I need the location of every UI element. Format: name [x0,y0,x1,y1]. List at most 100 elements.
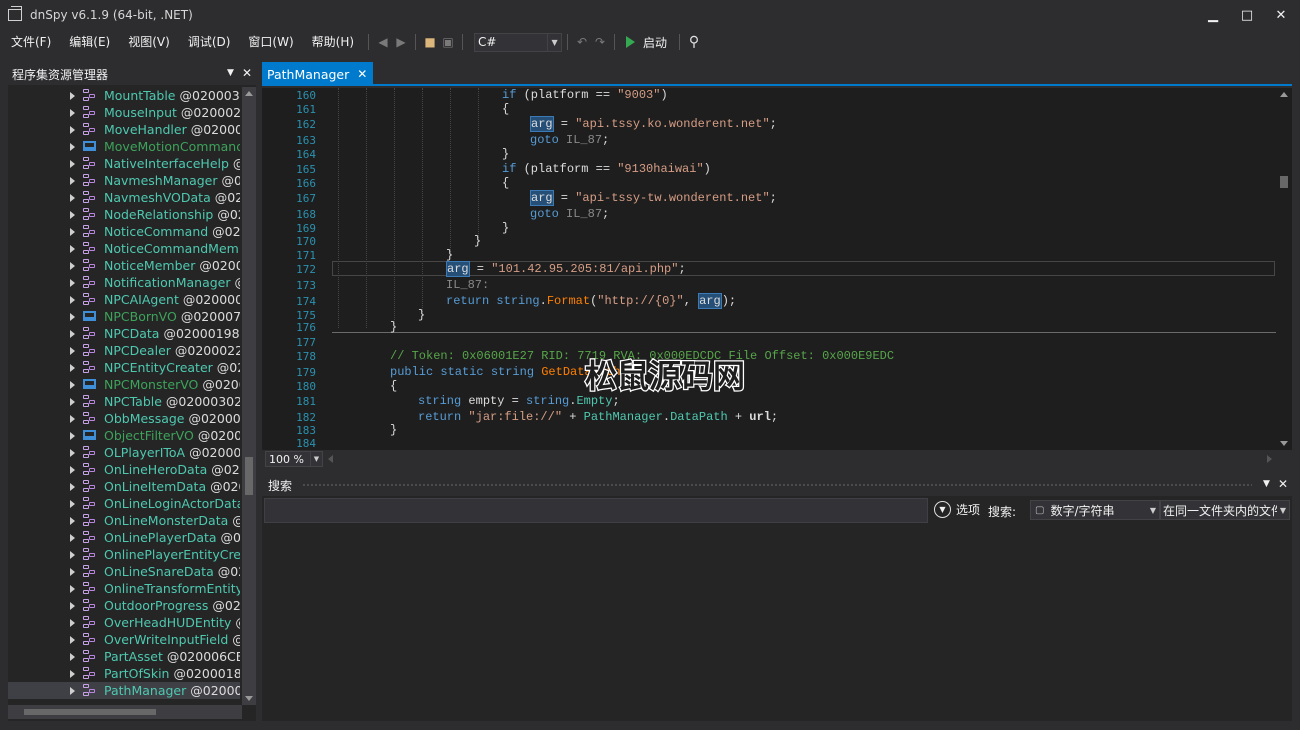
expand-arrow-icon[interactable] [70,619,75,627]
expand-arrow-icon[interactable] [70,126,75,134]
expand-arrow-icon[interactable] [70,636,75,644]
tree-item[interactable]: NPCAIAgent @0200001 [8,291,240,308]
tree-item[interactable]: OnlineTransformEntityC [8,580,240,597]
expand-arrow-icon[interactable] [70,177,75,185]
tree-item[interactable]: NPCData @02000198 [8,325,240,342]
expand-arrow-icon[interactable] [70,330,75,338]
expand-arrow-icon[interactable] [70,228,75,236]
zoom-select[interactable]: 100 % ▼ [265,451,323,467]
expand-arrow-icon[interactable] [70,109,75,117]
expand-arrow-icon[interactable] [70,670,75,678]
expand-arrow-icon[interactable] [70,262,75,270]
assembly-tree[interactable]: MountTable @0200030MouseInput @0200024Mo… [8,87,240,705]
tree-item[interactable]: OnLineMonsterData @0 [8,512,240,529]
menu-window[interactable]: 窗口(W) [239,31,302,53]
search-scope-select[interactable]: 在同一文件夹内的文件 ▼ [1160,500,1290,520]
redo-icon[interactable]: ↷ [591,33,609,51]
menu-edit[interactable]: 编辑(E) [60,31,119,53]
scroll-up-icon[interactable] [1280,92,1288,97]
expand-arrow-icon[interactable] [70,415,75,423]
panel-menu-icon[interactable]: ▼ [227,68,234,80]
expand-arrow-icon[interactable] [70,602,75,610]
expand-arrow-icon[interactable] [70,517,75,525]
scrollbar-thumb[interactable] [245,457,253,495]
tree-item[interactable]: OnlinePlayerEntityCreat [8,546,240,563]
tree-item[interactable]: PathManager @020002 [8,682,240,699]
expand-arrow-icon[interactable] [70,381,75,389]
expand-arrow-icon[interactable] [70,143,75,151]
scroll-right-icon[interactable] [1267,455,1272,463]
highlighted-variable[interactable]: arg [698,293,722,309]
expand-arrow-icon[interactable] [70,160,75,168]
tree-item[interactable]: OnLineHeroData @020 [8,461,240,478]
tree-item[interactable]: NavmeshVOData @020 [8,189,240,206]
expand-arrow-icon[interactable] [70,211,75,219]
expand-arrow-icon[interactable] [70,585,75,593]
expand-arrow-icon[interactable] [70,432,75,440]
undo-icon[interactable]: ↶ [573,33,591,51]
code-editor[interactable]: 160 161 162 163 164 165 166 167 168 169 170 171 172 1… [262,88,1292,450]
expand-arrow-icon[interactable] [70,92,75,100]
tree-item[interactable]: OnLineLoginActorData [8,495,240,512]
menu-debug[interactable]: 调试(D) [179,31,240,53]
tree-item[interactable]: ObjectFilterVO @02000 [8,427,240,444]
search-type-select[interactable]: ▢ 数字/字符串 ▼ [1030,500,1160,520]
expand-arrow-icon[interactable] [70,483,75,491]
tree-item[interactable]: NPCTable @02000302 [8,393,240,410]
tree-vertical-scrollbar[interactable] [242,87,256,705]
tree-item[interactable]: NoticeMember @02000 [8,257,240,274]
editor-horizontal-scrollbar[interactable] [328,453,1272,465]
scrollbar-thumb[interactable] [1280,176,1288,188]
maximize-button[interactable]: □ [1230,0,1264,30]
expand-arrow-icon[interactable] [70,347,75,355]
open-folder-icon[interactable]: ■ [421,33,439,51]
tree-item[interactable]: NotificationManager @ [8,274,240,291]
tree-item[interactable]: OnLineSnareData @020 [8,563,240,580]
tree-item[interactable]: NodeRelationship @02 [8,206,240,223]
panel-close-icon[interactable]: ✕ [242,66,252,80]
tree-item[interactable]: PartOfSkin @02000183 [8,665,240,682]
highlighted-variable[interactable]: arg [530,190,554,206]
tree-item[interactable]: NPCEntityCreater @020 [8,359,240,376]
search-input[interactable] [264,498,928,523]
expand-arrow-icon[interactable] [70,449,75,457]
tab-close-icon[interactable]: ✕ [357,67,367,81]
expand-arrow-icon[interactable] [70,534,75,542]
tree-item[interactable]: NPCBornVO @0200070 [8,308,240,325]
tree-item[interactable]: OverHeadHUDEntity @0 [8,614,240,631]
language-select[interactable]: C# ▼ [474,32,563,52]
tree-item[interactable]: OnLinePlayerData @020 [8,529,240,546]
scrollbar-thumb[interactable] [24,709,156,715]
scroll-down-icon[interactable] [1280,441,1288,446]
tree-item[interactable]: PartAsset @020006CE [8,648,240,665]
search-icon[interactable]: ⚲ [685,33,703,51]
expand-arrow-icon[interactable] [70,551,75,559]
tree-item[interactable]: NPCMonsterVO @0200 [8,376,240,393]
expand-arrow-icon[interactable] [70,245,75,253]
menu-help[interactable]: 帮助(H) [303,31,363,53]
tree-item[interactable]: OverWriteInputField @0 [8,631,240,648]
tree-item[interactable]: MountTable @0200030 [8,87,240,104]
expand-arrow-icon[interactable] [70,296,75,304]
close-button[interactable]: ✕ [1264,0,1298,30]
tab-pathmanager[interactable]: PathManager ✕ [262,62,374,86]
tree-item[interactable]: OutdoorProgress @020 [8,597,240,614]
expand-arrow-icon[interactable] [70,466,75,474]
scroll-left-icon[interactable] [328,455,333,463]
scroll-up-icon[interactable] [245,91,253,96]
tree-item[interactable]: NPCDealer @02000222 [8,342,240,359]
tree-item[interactable]: MoveHandler @020001 [8,121,240,138]
menu-file[interactable]: 文件(F) [2,31,60,53]
back-icon[interactable]: ◀ [374,33,392,51]
tree-item[interactable]: NavmeshManager @02 [8,172,240,189]
tree-item[interactable]: ObbMessage @020006 [8,410,240,427]
tree-item[interactable]: MouseInput @0200024 [8,104,240,121]
expand-arrow-icon[interactable] [70,500,75,508]
highlighted-variable[interactable]: arg [446,261,470,277]
tree-item[interactable]: OnLineItemData @0200 [8,478,240,495]
expand-arrow-icon[interactable] [70,398,75,406]
expand-arrow-icon[interactable] [70,653,75,661]
tree-horizontal-scrollbar[interactable] [8,705,242,719]
options-toggle[interactable]: ▼ 选项 [934,501,980,518]
start-button[interactable]: 启动 [626,34,667,51]
